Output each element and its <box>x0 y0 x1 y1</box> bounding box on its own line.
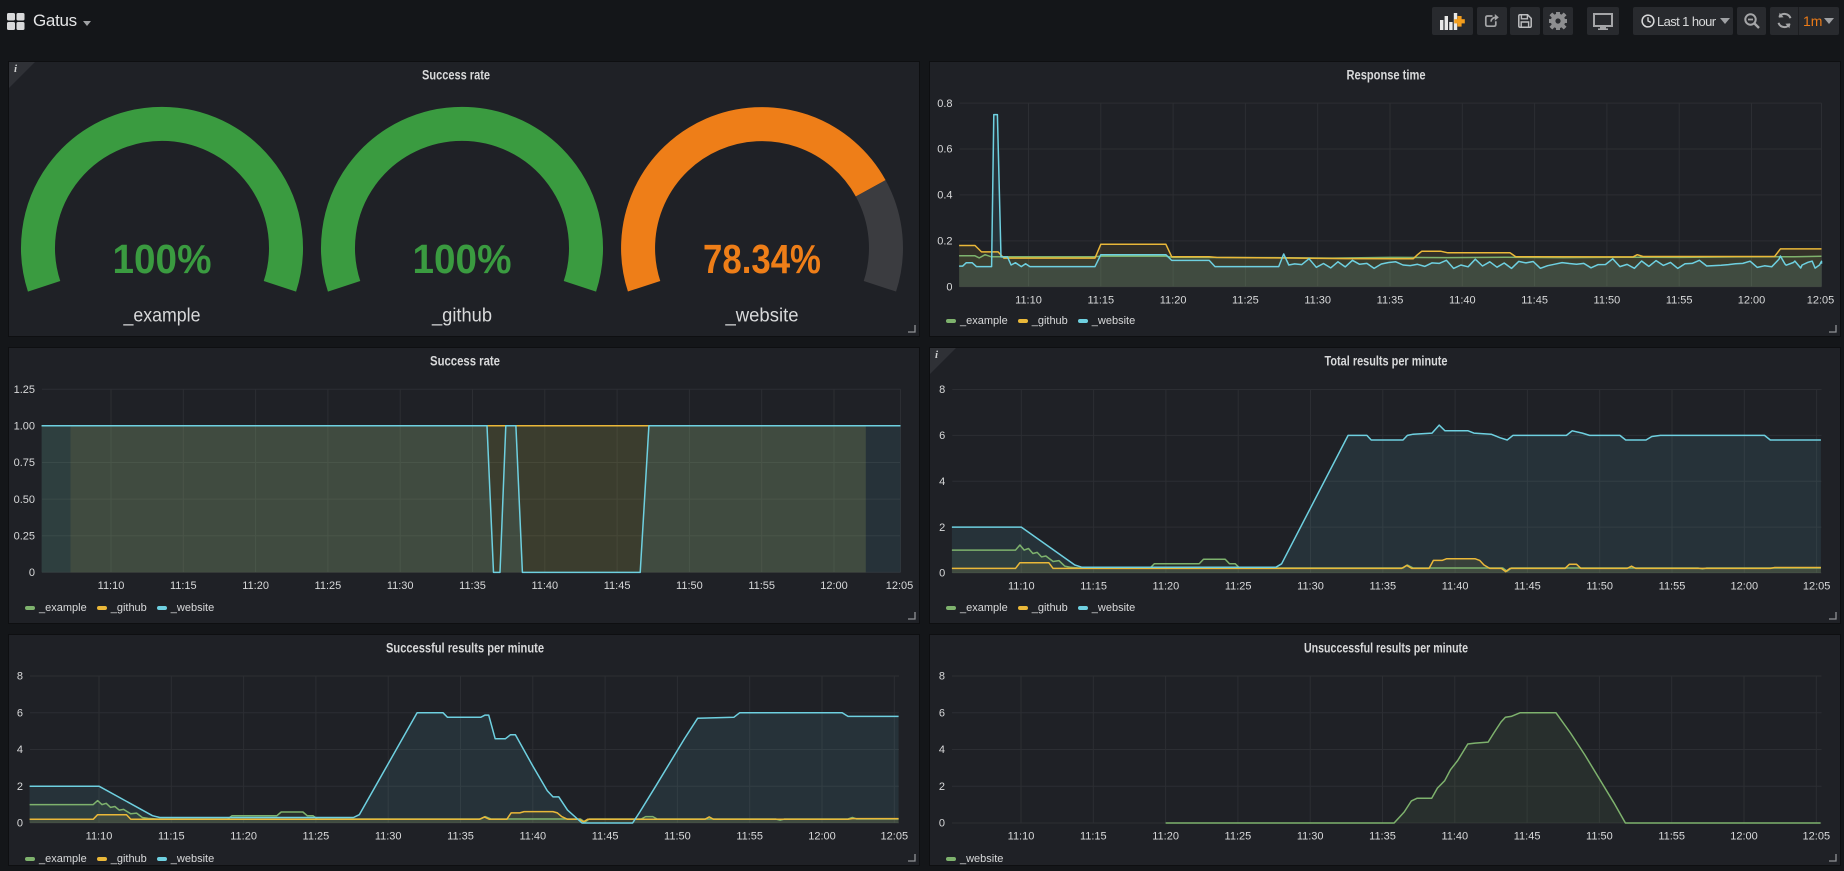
svg-text:11:15: 11:15 <box>1080 831 1107 843</box>
svg-text:12:00: 12:00 <box>808 831 836 843</box>
svg-text:11:45: 11:45 <box>1514 581 1541 593</box>
svg-text:11:55: 11:55 <box>736 831 763 843</box>
svg-text:11:20: 11:20 <box>242 580 269 592</box>
svg-text:11:50: 11:50 <box>1586 581 1613 593</box>
svg-text:0: 0 <box>946 282 952 294</box>
svg-text:6: 6 <box>17 708 23 720</box>
svg-text:11:45: 11:45 <box>1514 831 1541 843</box>
svg-text:11:10: 11:10 <box>98 580 125 592</box>
svg-text:11:35: 11:35 <box>447 831 474 843</box>
svg-text:0: 0 <box>939 568 945 580</box>
svg-text:11:45: 11:45 <box>1521 294 1548 306</box>
svg-text:11:55: 11:55 <box>1658 831 1685 843</box>
svg-text:11:40: 11:40 <box>1442 581 1469 593</box>
svg-text:1.00: 1.00 <box>14 421 35 433</box>
svg-text:0.4: 0.4 <box>937 190 952 202</box>
svg-text:11:35: 11:35 <box>459 580 486 592</box>
svg-text:11:25: 11:25 <box>1225 831 1252 843</box>
svg-text:0.25: 0.25 <box>14 531 35 543</box>
svg-text:1.25: 1.25 <box>14 384 35 396</box>
svg-text:12:05: 12:05 <box>881 831 909 843</box>
svg-text:0: 0 <box>29 567 35 579</box>
svg-text:_example: _example <box>123 306 201 327</box>
svg-text:11:20: 11:20 <box>1160 294 1187 306</box>
svg-text:12:00: 12:00 <box>1730 831 1758 843</box>
svg-text:11:35: 11:35 <box>1369 581 1396 593</box>
svg-text:11:50: 11:50 <box>676 580 703 592</box>
svg-text:2: 2 <box>939 781 945 793</box>
svg-text:11:35: 11:35 <box>1369 831 1396 843</box>
svg-text:11:30: 11:30 <box>1297 831 1324 843</box>
svg-text:78.34%: 78.34% <box>703 236 821 282</box>
svg-text:12:05: 12:05 <box>1803 581 1831 593</box>
svg-text:11:30: 11:30 <box>387 580 414 592</box>
svg-text:100%: 100% <box>113 236 212 282</box>
svg-text:11:15: 11:15 <box>158 831 185 843</box>
svg-text:11:55: 11:55 <box>1666 294 1693 306</box>
svg-text:11:15: 11:15 <box>1080 581 1107 593</box>
svg-text:11:50: 11:50 <box>664 831 691 843</box>
svg-text:11:25: 11:25 <box>315 580 342 592</box>
svg-text:11:55: 11:55 <box>748 580 775 592</box>
svg-text:2: 2 <box>17 781 23 793</box>
svg-text:11:30: 11:30 <box>1297 581 1324 593</box>
svg-text:11:20: 11:20 <box>1152 831 1179 843</box>
svg-text:11:15: 11:15 <box>1087 294 1114 306</box>
svg-text:2: 2 <box>939 522 945 534</box>
svg-text:11:10: 11:10 <box>1008 581 1035 593</box>
svg-text:11:30: 11:30 <box>1304 294 1331 306</box>
svg-text:11:50: 11:50 <box>1586 831 1613 843</box>
svg-text:0.8: 0.8 <box>937 98 952 110</box>
svg-text:8: 8 <box>17 671 23 683</box>
svg-text:12:05: 12:05 <box>886 580 914 592</box>
svg-text:4: 4 <box>939 744 945 756</box>
svg-text:11:20: 11:20 <box>1153 581 1180 593</box>
svg-text:0.6: 0.6 <box>937 144 952 156</box>
svg-text:11:25: 11:25 <box>1232 294 1259 306</box>
svg-text:11:30: 11:30 <box>375 831 402 843</box>
svg-text:11:50: 11:50 <box>1594 294 1621 306</box>
svg-text:11:40: 11:40 <box>1449 294 1476 306</box>
svg-text:12:00: 12:00 <box>820 580 848 592</box>
svg-text:11:55: 11:55 <box>1659 581 1686 593</box>
svg-text:6: 6 <box>939 708 945 720</box>
svg-text:4: 4 <box>939 476 945 488</box>
svg-text:11:10: 11:10 <box>1015 294 1042 306</box>
svg-text:100%: 100% <box>413 236 512 282</box>
svg-text:8: 8 <box>939 384 945 396</box>
svg-text:0: 0 <box>17 818 23 830</box>
svg-text:11:25: 11:25 <box>1225 581 1252 593</box>
svg-text:6: 6 <box>939 430 945 442</box>
svg-text:11:15: 11:15 <box>170 580 197 592</box>
svg-text:_github: _github <box>431 306 492 327</box>
svg-text:12:00: 12:00 <box>1731 581 1759 593</box>
svg-text:11:40: 11:40 <box>1441 831 1468 843</box>
svg-text:8: 8 <box>939 671 945 683</box>
svg-text:0.2: 0.2 <box>937 236 952 248</box>
svg-text:11:10: 11:10 <box>1008 831 1035 843</box>
svg-text:0.50: 0.50 <box>14 494 35 506</box>
svg-text:11:20: 11:20 <box>230 831 257 843</box>
svg-text:11:45: 11:45 <box>592 831 619 843</box>
svg-text:11:10: 11:10 <box>86 831 113 843</box>
svg-text:11:35: 11:35 <box>1377 294 1404 306</box>
svg-text:12:05: 12:05 <box>1803 831 1831 843</box>
svg-text:4: 4 <box>17 744 23 756</box>
svg-text:0: 0 <box>939 818 945 830</box>
svg-text:11:25: 11:25 <box>303 831 330 843</box>
svg-text:0.75: 0.75 <box>14 457 35 469</box>
svg-text:12:05: 12:05 <box>1807 294 1835 306</box>
svg-text:11:45: 11:45 <box>604 580 631 592</box>
svg-text:11:40: 11:40 <box>531 580 558 592</box>
svg-text:_website: _website <box>725 306 799 327</box>
svg-text:11:40: 11:40 <box>519 831 546 843</box>
svg-text:12:00: 12:00 <box>1738 294 1766 306</box>
